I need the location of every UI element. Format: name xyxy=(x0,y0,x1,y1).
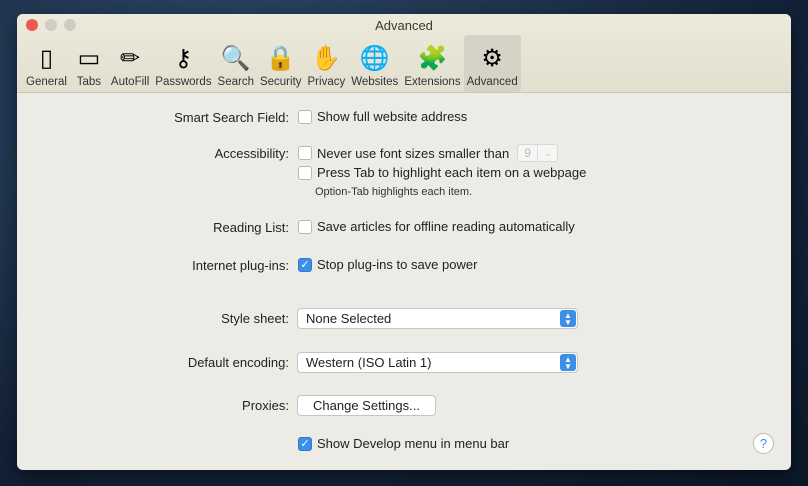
checkbox-label: Show full website address xyxy=(317,109,468,124)
style-sheet-label: Style sheet: xyxy=(221,311,289,326)
preferences-window: Advanced ▯ General ▭ Tabs ✏ AutoFill ⚷ Password… xyxy=(17,14,791,470)
font-size-value: 9 xyxy=(524,146,531,160)
tab-label: Search xyxy=(217,76,254,88)
tab-websites[interactable]: 🌐 Websites xyxy=(348,35,401,92)
checkbox-label: Show Develop menu in menu bar xyxy=(317,436,510,451)
tab-extensions[interactable]: 🧩 Extensions xyxy=(401,35,463,92)
offline-reading-checkbox[interactable]: Save articles for offline reading automa… xyxy=(298,219,575,234)
tab-security[interactable]: 🔒 Security xyxy=(257,35,305,92)
font-size-select[interactable]: 9 ⌄ xyxy=(517,144,559,162)
lock-icon: 🔒 xyxy=(265,44,296,72)
tabs-icon: ▭ xyxy=(77,44,101,72)
window-title: Advanced xyxy=(375,18,433,33)
accessibility-label: Accessibility: xyxy=(214,146,289,161)
checkbox[interactable] xyxy=(298,165,312,180)
preference-tabs: ▯ General ▭ Tabs ✏ AutoFill ⚷ Passwords 🔍 Search 🔒… xyxy=(23,35,521,92)
tab-autofill[interactable]: ✏ AutoFill xyxy=(108,35,152,92)
checkbox-label: Stop plug-ins to save power xyxy=(317,257,478,272)
show-develop-menu-checkbox[interactable]: ✓ Show Develop menu in menu bar xyxy=(298,436,509,451)
tab-general[interactable]: ▯ General xyxy=(23,35,70,92)
checkbox-label: Never use font sizes smaller than xyxy=(317,145,510,161)
checkbox[interactable] xyxy=(298,146,312,160)
globe-icon: 🌐 xyxy=(359,44,390,72)
plugins-label: Internet plug-ins: xyxy=(192,258,289,273)
proxies-label: Proxies: xyxy=(242,398,289,413)
hand-icon: ✋ xyxy=(311,44,342,72)
key-icon: ⚷ xyxy=(174,44,193,72)
tab-search[interactable]: 🔍 Search xyxy=(215,35,257,92)
checkbox[interactable] xyxy=(298,109,312,124)
select-value: None Selected xyxy=(306,311,392,326)
checkbox[interactable] xyxy=(298,219,312,234)
tab-advanced[interactable]: ⚙ Advanced xyxy=(463,35,521,92)
tab-label: AutoFill xyxy=(110,76,150,88)
encoding-select[interactable]: Western (ISO Latin 1) ▲ ▼ xyxy=(297,352,578,373)
checkmark-icon[interactable]: ✓ xyxy=(298,436,312,451)
select-value: Western (ISO Latin 1) xyxy=(306,355,432,370)
updown-chevron-icon: ▲ ▼ xyxy=(560,354,576,371)
checkbox-label: Press Tab to highlight each item on a we… xyxy=(317,165,587,180)
gear-icon: ⚙ xyxy=(481,44,503,72)
smart-search-label: Smart Search Field: xyxy=(174,110,289,125)
help-button[interactable]: ? xyxy=(753,433,774,454)
min-font-size-checkbox[interactable]: Never use font sizes smaller than 9 ⌄ xyxy=(298,144,559,162)
chevron-down-icon: ⌄ xyxy=(536,145,558,161)
style-sheet-select[interactable]: None Selected ▲ ▼ xyxy=(297,308,578,329)
stop-plugins-checkbox[interactable]: ✓ Stop plug-ins to save power xyxy=(298,257,477,272)
tab-label: Privacy xyxy=(307,76,346,88)
magnifier-icon: 🔍 xyxy=(220,44,251,72)
tab-passwords[interactable]: ⚷ Passwords xyxy=(152,35,214,92)
reading-list-label: Reading List: xyxy=(213,220,289,235)
show-full-address-checkbox[interactable]: Show full website address xyxy=(298,109,467,124)
encoding-label: Default encoding: xyxy=(187,355,289,370)
tab-label: General xyxy=(26,76,67,88)
checkbox-label: Save articles for offline reading automa… xyxy=(317,219,575,234)
pencil-icon: ✏ xyxy=(120,44,141,72)
press-tab-checkbox[interactable]: Press Tab to highlight each item on a we… xyxy=(298,165,586,180)
tab-tabs[interactable]: ▭ Tabs xyxy=(70,35,108,92)
updown-chevron-icon: ▲ ▼ xyxy=(560,310,576,327)
tab-privacy[interactable]: ✋ Privacy xyxy=(305,35,349,92)
tab-label: Tabs xyxy=(76,76,102,88)
tab-label: Extensions xyxy=(404,76,461,88)
tab-label: Websites xyxy=(351,76,399,88)
tab-label: Advanced xyxy=(466,76,518,88)
puzzle-icon: 🧩 xyxy=(417,44,448,72)
toolbar: Advanced ▯ General ▭ Tabs ✏ AutoFill ⚷ Password… xyxy=(17,14,791,93)
tab-label: Passwords xyxy=(155,76,212,88)
option-tab-hint: Option-Tab highlights each item. xyxy=(315,186,473,198)
checkmark-icon[interactable]: ✓ xyxy=(298,257,312,272)
change-settings-button[interactable]: Change Settings... xyxy=(297,395,436,416)
tab-label: Security xyxy=(259,76,302,88)
general-switch-icon: ▯ xyxy=(39,44,54,72)
